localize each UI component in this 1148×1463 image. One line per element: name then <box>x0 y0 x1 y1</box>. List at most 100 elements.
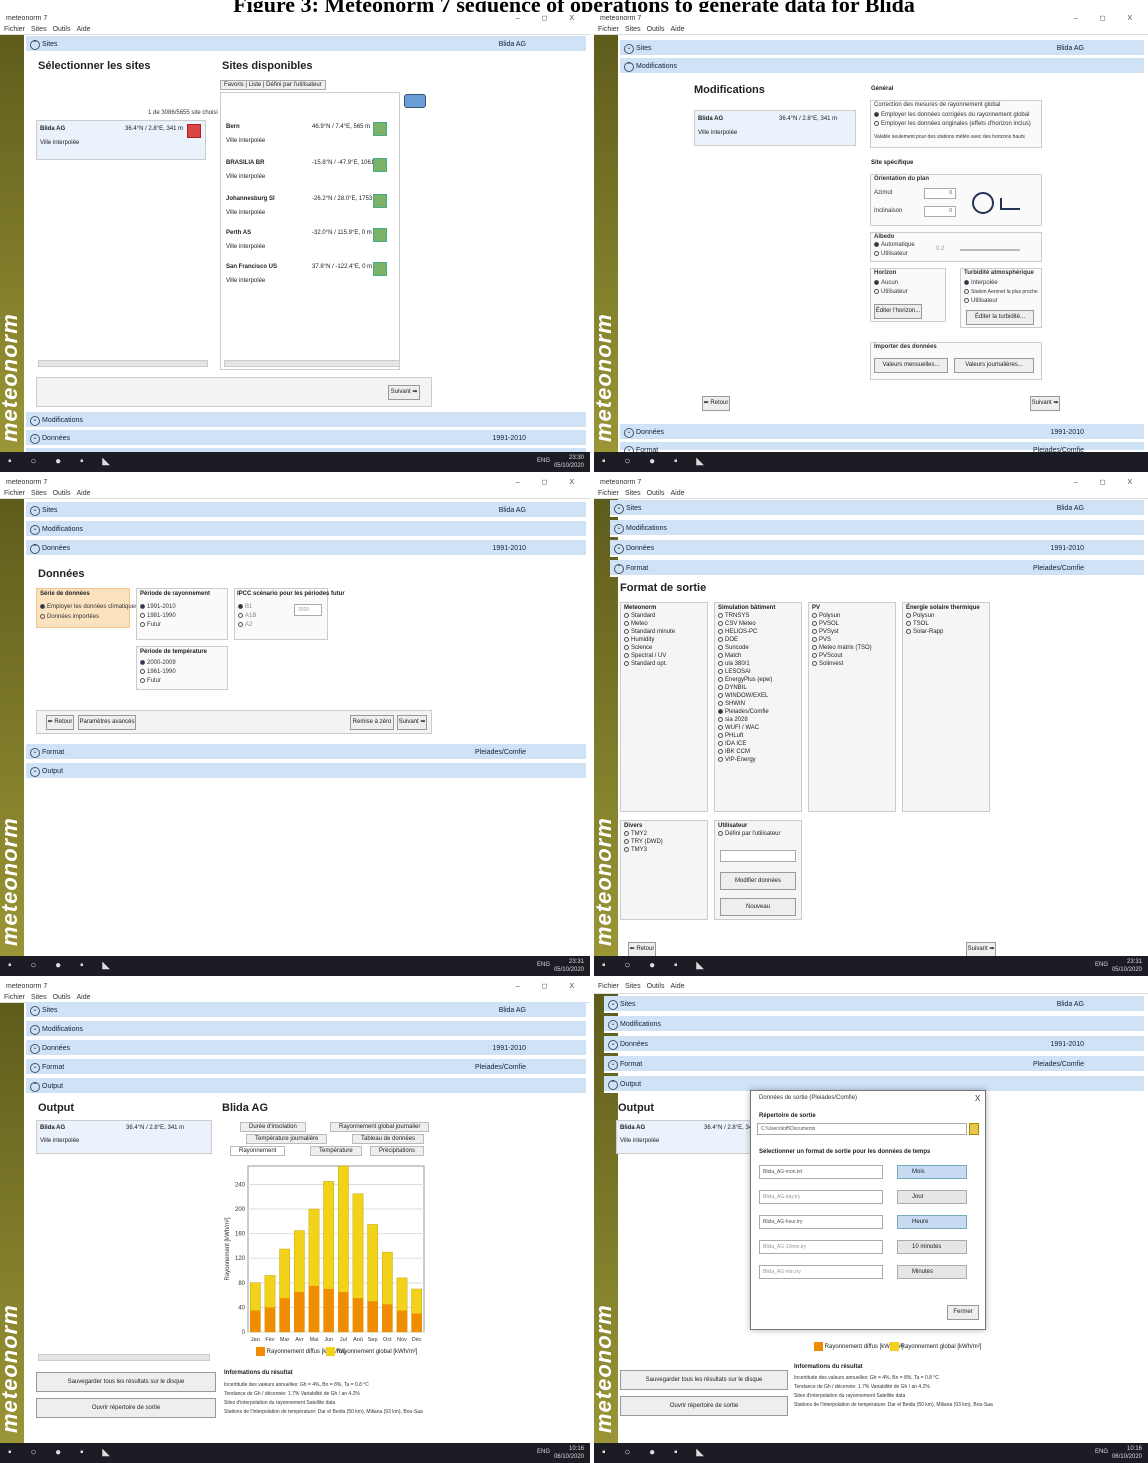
format-option[interactable]: Polysun <box>906 612 980 620</box>
menu-outils[interactable]: Outils <box>53 994 71 1001</box>
format-option[interactable]: DYNBIL <box>718 684 775 692</box>
section-donnees[interactable]: Données1991-2010 <box>604 1036 1144 1053</box>
ipcc-a1b-radio[interactable]: A1B <box>238 613 256 619</box>
menu-outils[interactable]: Outils <box>647 490 665 497</box>
section-sites[interactable]: SitesBlida AG <box>610 500 1144 517</box>
tab-sunshine[interactable]: Durée d'insolation <box>240 1122 306 1132</box>
site-tabs[interactable]: Favoris | Liste | Défini par l'utilisate… <box>220 80 326 90</box>
period-1991-radio[interactable]: 1991-2010 <box>140 604 176 610</box>
temp-future-radio[interactable]: Futur <box>140 678 161 684</box>
format-column-divers[interactable]: Divers TMY2 TRY (DWD) TMY3 <box>624 822 663 854</box>
file-name-input[interactable]: Blida_AG-mon.txt <box>759 1165 883 1179</box>
format-option[interactable]: Spectral / UV <box>624 652 675 660</box>
output-dir-input[interactable]: C:\Users\toff\Documents <box>757 1123 967 1135</box>
format-option[interactable]: CSV Meteo <box>718 620 775 628</box>
period-future-radio[interactable]: Futur <box>140 622 161 628</box>
menu-outils[interactable]: Outils <box>647 26 665 33</box>
edit-turbidity-button[interactable]: Éditer la turbidité... <box>966 310 1034 325</box>
site-name[interactable]: San Francisco US <box>226 264 277 270</box>
format-column-meteonorm[interactable]: Meteonorm Standard Meteo Standard minute Hum… <box>624 604 675 668</box>
back-button[interactable]: ⬅ Retour <box>628 942 656 957</box>
modify-data-button[interactable]: Modifier données <box>720 872 796 890</box>
climate-data-radio[interactable]: Employer les données climatiques <box>40 604 138 610</box>
section-output[interactable]: Output <box>26 763 586 780</box>
option-month[interactable]: Mois <box>897 1165 967 1179</box>
section-modifications[interactable]: Modifications <box>610 520 1144 537</box>
menu-fichier[interactable]: Fichier <box>4 994 25 1001</box>
format-option[interactable]: Meteo matrix (TSO) <box>812 644 872 652</box>
tab-radiation[interactable]: Rayonnement <box>230 1146 286 1156</box>
tab-daily-temperature[interactable]: Température journalière <box>246 1134 328 1144</box>
next-button[interactable]: Suivant ➡ <box>397 715 427 730</box>
menu-sites[interactable]: Sites <box>31 490 47 497</box>
window-controls[interactable]: – ◻ X <box>516 980 584 993</box>
section-sites[interactable]: SitesBlida AG <box>620 40 1144 57</box>
file-name-input[interactable]: Blida_AG-day.try <box>759 1190 883 1204</box>
format-option[interactable]: VIP-Energy <box>718 756 775 764</box>
tab-daily-radiation[interactable]: Rayonnement global journalier <box>330 1122 430 1132</box>
menu-fichier[interactable]: Fichier <box>4 26 25 33</box>
option-hour[interactable]: Heure <box>897 1215 967 1229</box>
horizontal-scrollbar[interactable] <box>38 1354 210 1361</box>
section-sites[interactable]: SitesBlida AG <box>604 996 1144 1013</box>
temp-2000-radio[interactable]: 2000-2009 <box>140 660 176 666</box>
next-button[interactable]: Suivant ➡ <box>388 385 420 400</box>
ipcc-year-select[interactable]: 2020 <box>294 604 322 616</box>
open-output-folder-button[interactable]: Ouvrir répertoire de sortie <box>36 1398 216 1418</box>
section-format[interactable]: FormatPleiades/Comfie <box>26 744 586 761</box>
turbidity-user-radio[interactable]: Utilisateur <box>964 298 998 304</box>
next-button[interactable]: Suivant ➡ <box>1030 396 1060 411</box>
format-option[interactable]: TRY (DWD) <box>624 838 663 846</box>
taskbar-icons[interactable]: ▪ ○ ● ▪ ◣ <box>8 960 118 971</box>
section-format[interactable]: FormatPleiades/Comfie <box>620 442 1144 456</box>
format-option[interactable]: TMY2 <box>624 830 663 838</box>
back-button[interactable]: ⬅ Retour <box>702 396 730 411</box>
file-name-input[interactable]: Blida_AG-10min.try <box>759 1240 883 1254</box>
period-1981-radio[interactable]: 1981-1990 <box>140 613 176 619</box>
menu-sites[interactable]: Sites <box>31 994 47 1001</box>
window-controls[interactable]: – ◻ X <box>1074 12 1142 25</box>
menu-fichier[interactable]: Fichier <box>4 490 25 497</box>
horizon-none-radio[interactable]: Aucun <box>874 280 898 286</box>
menu-fichier[interactable]: Fichier <box>598 490 619 497</box>
section-donnees[interactable]: Données1991-2010 <box>620 424 1144 441</box>
ipcc-b1-radio[interactable]: B1 <box>238 604 252 610</box>
format-column-user[interactable]: Utilisateur Défini par l'utilisateur <box>718 822 781 838</box>
format-option[interactable]: Standard <box>624 612 675 620</box>
correction-option-1[interactable]: Employer les données corrigées du rayonn… <box>874 112 1029 118</box>
section-format[interactable]: FormatPleiades/Comfie <box>604 1056 1144 1073</box>
azimut-input[interactable]: 0 <box>924 188 956 199</box>
menu-outils[interactable]: Outils <box>53 490 71 497</box>
menu-sites[interactable]: Sites <box>625 983 641 990</box>
add-site-icon[interactable] <box>373 262 387 276</box>
format-option[interactable]: PVScout <box>812 652 872 660</box>
section-format[interactable]: FormatPleiades/Comfie <box>610 560 1144 577</box>
format-option[interactable]: Solar-Rapp <box>906 628 980 636</box>
reset-button[interactable]: Remise à zéro <box>350 715 394 730</box>
ipcc-a2-radio[interactable]: A2 <box>238 622 252 628</box>
format-option[interactable]: sia 2028 <box>718 716 775 724</box>
menu-outils[interactable]: Outils <box>53 26 71 33</box>
option-10min[interactable]: 10 minutes <box>897 1240 967 1254</box>
format-option[interactable]: TMY3 <box>624 846 663 854</box>
section-sites[interactable]: SitesBlida AG <box>26 1002 586 1019</box>
site-name[interactable]: BRASILIA BR <box>226 160 264 166</box>
turbidity-aeronet-radio[interactable]: Station Aeronet la plus proche <box>964 289 1038 295</box>
menu-sites[interactable]: Sites <box>31 26 47 33</box>
horizon-user-radio[interactable]: Utilisateur <box>874 289 908 295</box>
format-option[interactable]: LESOSAI <box>718 668 775 676</box>
correction-option-2[interactable]: Employer les données originales (effets … <box>874 121 1031 127</box>
window-controls[interactable]: – ◻ X <box>1074 476 1142 489</box>
albedo-auto-radio[interactable]: Automatique <box>874 242 915 248</box>
section-donnees[interactable]: Données1991-2010 <box>26 1040 586 1057</box>
remove-site-icon[interactable] <box>187 124 201 138</box>
format-option[interactable]: ula 380/1 <box>718 660 775 668</box>
add-site-icon[interactable] <box>373 228 387 242</box>
option-day[interactable]: Jour <box>897 1190 967 1204</box>
format-option[interactable]: Meteo <box>624 620 675 628</box>
format-option[interactable]: IBK CCM <box>718 748 775 756</box>
close-icon[interactable]: X <box>975 1094 980 1103</box>
window-controls[interactable]: – ◻ X <box>516 12 584 25</box>
site-name[interactable]: Perth AS <box>226 230 251 236</box>
section-sites[interactable]: SitesBlida AG <box>26 502 586 519</box>
